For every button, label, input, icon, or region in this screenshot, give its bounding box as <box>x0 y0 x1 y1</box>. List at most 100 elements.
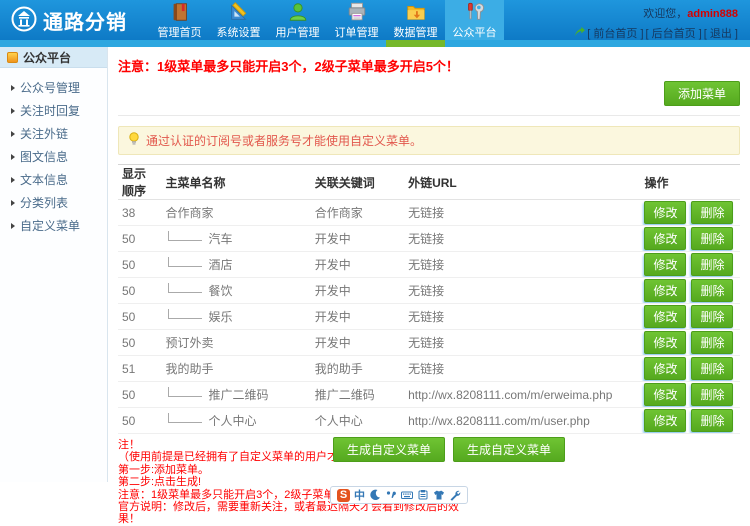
tree-connector-icon <box>167 230 202 241</box>
delete-button[interactable]: 删除 <box>691 305 734 328</box>
delete-button[interactable]: 删除 <box>691 253 734 276</box>
col-name: 主菜单名称 <box>161 164 311 200</box>
note-line: 官方说明：修改后，需要重新关注，或者最迟隔天才会看到修改后的效果！ <box>118 501 459 526</box>
user-icon <box>287 1 309 23</box>
add-menu-button[interactable]: 添加菜单 <box>663 81 740 106</box>
modify-button[interactable]: 修改 <box>644 357 687 380</box>
sidebar-item-account-manage[interactable]: 公众号管理 <box>11 76 107 99</box>
nav-label: 数据管理 <box>393 26 438 39</box>
punctuation-icon[interactable] <box>385 489 397 501</box>
warning-text: 注意：1级菜单最多只能开启3个，2级子菜单最多开启5个！ <box>118 59 459 74</box>
logout-link[interactable]: [ 退出 ] <box>704 25 738 41</box>
cell-order: 50 <box>118 251 162 278</box>
table-row: 50 汽车 开发中 无链接 修改 删除 <box>118 225 740 252</box>
modify-button[interactable]: 修改 <box>644 409 687 432</box>
bullet-icon <box>11 84 15 91</box>
sidebar-menu: 公众号管理 关注时回复 关注外链 图文信息 文本信息 分类列表 自定义菜单 <box>0 76 107 237</box>
modify-button[interactable]: 修改 <box>644 305 687 328</box>
fullwidth-moon-icon[interactable] <box>369 489 381 501</box>
logo[interactable]: 通路分销 <box>0 0 150 40</box>
generate-menu-button[interactable]: 生成自定义菜单 <box>453 437 566 462</box>
bullet-icon <box>11 199 15 206</box>
logo-text: 通路分销 <box>43 11 127 34</box>
nav-item-users[interactable]: 用户管理 <box>268 0 327 40</box>
admin-home-link[interactable]: [ 后台首页 ] <box>646 25 702 41</box>
modify-button[interactable]: 修改 <box>644 227 687 250</box>
username: admin888 <box>687 8 738 20</box>
sogou-logo-icon[interactable]: S <box>337 488 350 502</box>
nav-item-public-platform[interactable]: 公众平台 <box>445 0 504 40</box>
table-header-row: 显示顺序 主菜单名称 关联关键词 外链URL 操作 <box>118 164 740 200</box>
modify-button[interactable]: 修改 <box>644 383 687 406</box>
delete-button[interactable]: 删除 <box>691 279 734 302</box>
cell-keyword: 开发中 <box>310 251 405 278</box>
main-nav: 管理首页 系统设置 用户管理 订单管理 数据管理 公众平台 <box>150 0 504 40</box>
nav-label: 管理首页 <box>157 26 202 39</box>
cell-actions: 修改 删除 <box>640 381 740 408</box>
cell-url: 无链接 <box>404 199 641 226</box>
skin-shirt-icon[interactable] <box>433 489 445 501</box>
col-actions: 操作 <box>640 164 740 200</box>
cell-menu-name: 酒店 <box>161 251 311 278</box>
delete-button[interactable]: 删除 <box>691 201 734 224</box>
delete-button[interactable]: 删除 <box>691 409 734 432</box>
front-home-link[interactable]: [ 前台首页 ] <box>587 25 643 41</box>
col-order: 显示顺序 <box>118 164 162 200</box>
sidebar-item-follow-link[interactable]: 关注外链 <box>11 122 107 145</box>
nav-item-data[interactable]: 数据管理 <box>386 0 445 40</box>
set-square-icon <box>228 1 250 23</box>
cell-order: 50 <box>118 407 162 434</box>
sidebar-item-rich-media[interactable]: 图文信息 <box>11 145 107 168</box>
sidebar-item-custom-menu[interactable]: 自定义菜单 <box>11 214 107 237</box>
delete-button[interactable]: 删除 <box>691 383 734 406</box>
modify-button[interactable]: 修改 <box>644 279 687 302</box>
nav-underline-strip <box>0 40 750 47</box>
modify-button[interactable]: 修改 <box>644 253 687 276</box>
generate-menu-button[interactable]: 生成自定义菜单 <box>333 437 446 462</box>
modify-button[interactable]: 修改 <box>644 201 687 224</box>
table-row: 50 餐饮 开发中 无链接 修改 删除 <box>118 277 740 304</box>
sidebar-item-category-list[interactable]: 分类列表 <box>11 191 107 214</box>
sidebar: 公众平台 公众号管理 关注时回复 关注外链 图文信息 文本信息 分类列表 自定义… <box>0 47 108 482</box>
cell-url: 无链接 <box>404 303 641 330</box>
cell-actions: 修改 删除 <box>640 225 740 252</box>
bottom-notes-section: 注！ （使用前提是已经拥有了自定义菜单的用户才能够使用。） 第一步:添加菜单。 … <box>118 434 740 525</box>
table-row: 50 预订外卖 开发中 无链接 修改 删除 <box>118 329 740 356</box>
sidebar-item-text-message[interactable]: 文本信息 <box>11 168 107 191</box>
active-tab-underline <box>386 40 445 47</box>
nav-item-orders[interactable]: 订单管理 <box>327 0 386 40</box>
cell-keyword: 开发中 <box>310 225 405 252</box>
tree-connector-icon <box>167 386 202 397</box>
nav-label: 系统设置 <box>216 26 261 39</box>
delete-button[interactable]: 删除 <box>691 357 734 380</box>
main-panel: 注意：1级菜单最多只能开启3个，2级子菜单最多开启5个！ 添加菜单 通过认证的订… <box>108 47 750 525</box>
cell-menu-name: 汽车 <box>161 225 311 252</box>
ime-toolbar: S 中 <box>330 486 468 504</box>
sidebar-header: 公众平台 <box>0 47 107 68</box>
pavilion-logo-icon <box>10 5 38 36</box>
cell-order: 50 <box>118 277 162 304</box>
delete-button[interactable]: 删除 <box>691 331 734 354</box>
modify-button[interactable]: 修改 <box>644 331 687 354</box>
cell-url: 无链接 <box>404 251 641 278</box>
cell-keyword: 我的助手 <box>310 355 405 382</box>
cell-url: 无链接 <box>404 225 641 252</box>
cell-keyword: 推广二维码 <box>310 381 405 408</box>
welcome-text: 欢迎您，admin888 <box>643 8 738 20</box>
tree-connector-icon <box>167 412 202 423</box>
toolbox-wrench-icon[interactable] <box>449 489 461 501</box>
clipboard-icon[interactable] <box>417 489 429 501</box>
cell-keyword: 合作商家 <box>310 199 405 226</box>
table-row: 50 个人中心 个人中心 http://wx.8208111.com/m/user.p… <box>118 407 740 434</box>
keyboard-icon[interactable] <box>401 489 413 501</box>
chinese-mode-icon[interactable]: 中 <box>354 487 365 503</box>
cell-menu-name: 餐饮 <box>161 277 311 304</box>
nav-item-system-settings[interactable]: 系统设置 <box>209 0 268 40</box>
cell-url: 无链接 <box>404 355 641 382</box>
cell-keyword: 开发中 <box>310 303 405 330</box>
sidebar-item-follow-reply[interactable]: 关注时回复 <box>11 99 107 122</box>
nav-item-home[interactable]: 管理首页 <box>150 0 209 40</box>
menu-table: 显示顺序 主菜单名称 关联关键词 外链URL 操作 38 合作商家 合作商家 无链接修… <box>118 164 740 434</box>
delete-button[interactable]: 删除 <box>691 227 734 250</box>
col-url: 外链URL <box>404 164 641 200</box>
